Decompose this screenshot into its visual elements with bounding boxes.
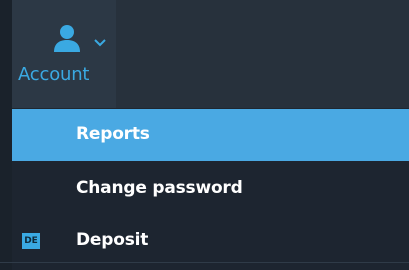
account-button[interactable]: Account: [12, 0, 116, 108]
menu-item-reports[interactable]: Reports: [12, 109, 409, 161]
menu-item-label: Reports: [76, 124, 150, 144]
language-badge: DE: [22, 233, 40, 249]
left-edge: [0, 0, 12, 270]
divider: [0, 262, 409, 263]
chevron-down-icon: [94, 39, 106, 47]
menu-item-change-password[interactable]: Change password: [12, 163, 409, 215]
account-dropdown-menu: Reports Change password DE Deposit: [12, 109, 409, 270]
menu-item-label: Change password: [76, 178, 243, 198]
menu-item-deposit[interactable]: DE Deposit: [12, 215, 409, 267]
account-label: Account: [18, 64, 90, 85]
menu-item-label: Deposit: [76, 230, 149, 250]
user-icon: [54, 25, 80, 52]
